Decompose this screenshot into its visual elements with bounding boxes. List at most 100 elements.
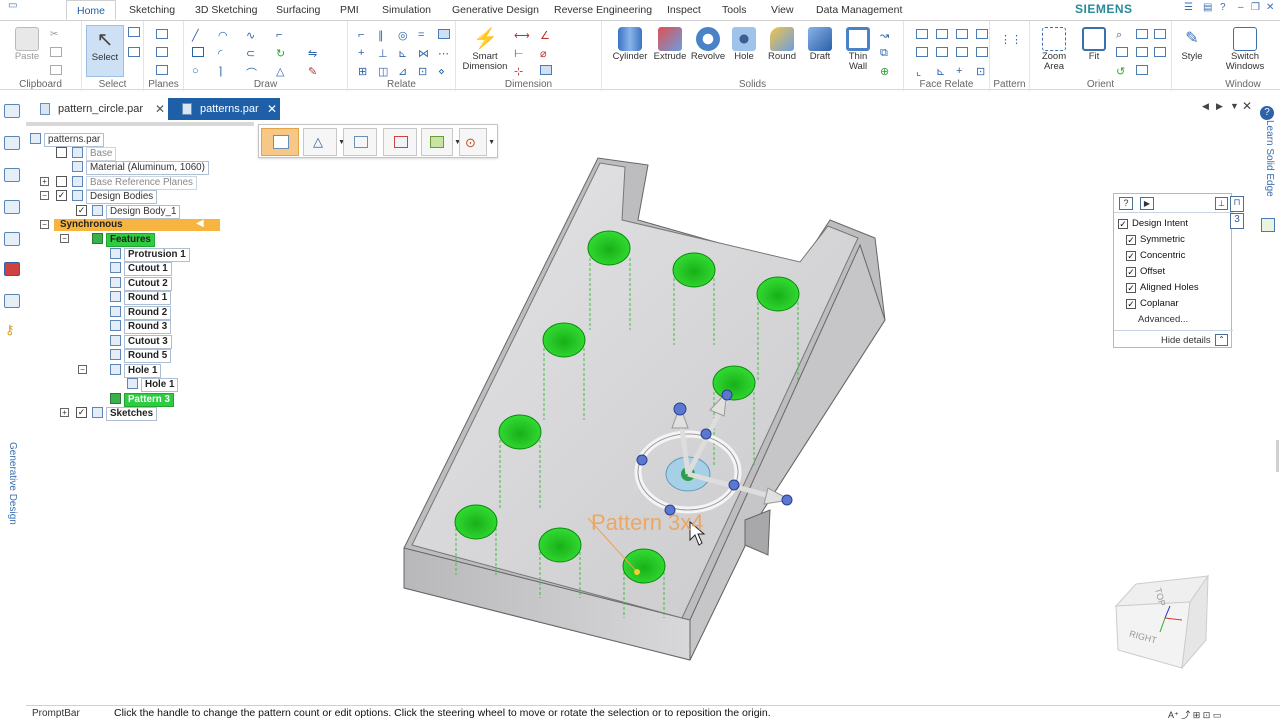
base-checkbox[interactable] (56, 147, 67, 158)
coordinate-dim-icon[interactable]: ⊢ (514, 47, 526, 60)
close-tab-icon[interactable]: ✕ (155, 98, 165, 120)
design-body-checkbox[interactable]: ✓ (76, 205, 87, 216)
rigid-face-icon[interactable]: ⊡ (976, 65, 988, 78)
mirror-icon[interactable]: ⇋ (308, 47, 320, 60)
relate-handles-icon[interactable] (438, 29, 450, 39)
style-button[interactable]: ✎ Style (1172, 25, 1212, 77)
tab-surfacing[interactable]: Surfacing (266, 0, 330, 20)
close-tab-icon[interactable]: ✕ (267, 98, 277, 120)
close-document-icon[interactable]: ✕ (1242, 99, 1252, 113)
perpendicular-icon[interactable]: ⊥ (378, 47, 390, 60)
collapse-up-icon[interactable]: ⌃ (1215, 334, 1228, 346)
plane-icon[interactable] (156, 29, 168, 39)
coaxial-icon[interactable] (956, 29, 968, 39)
tab-scroll-left-icon[interactable]: ◀ (1202, 101, 1209, 112)
select-button[interactable]: ↖ Select (86, 25, 124, 77)
construction-icon[interactable]: ✎ (308, 65, 320, 78)
options-icon[interactable]: ☰ (1184, 2, 1193, 13)
sketches-checkbox[interactable]: ✓ (76, 407, 87, 418)
format-painter-icon[interactable] (50, 65, 62, 75)
tab-pattern-circle[interactable]: pattern_circle.par ✕ (26, 98, 168, 120)
fit-option-button[interactable]: △ ▼ (303, 128, 345, 156)
symmetric-diameter-icon[interactable]: ⌀ (540, 47, 552, 60)
ground-icon[interactable]: + (956, 65, 968, 77)
symmetric-icon[interactable]: ⋈ (418, 47, 430, 60)
tab-home[interactable]: Home (66, 0, 117, 20)
relation-handles-icon[interactable]: ⋄ (438, 65, 450, 78)
coplanar-checkbox[interactable]: ✓ (1126, 299, 1136, 309)
plane-options-icon[interactable] (156, 65, 168, 75)
copy-icon[interactable] (50, 47, 62, 57)
minimize-icon[interactable]: – (1238, 2, 1244, 13)
base-ref-planes-checkbox[interactable] (56, 176, 67, 187)
pattern-count-label[interactable]: Pattern 3x4 (591, 510, 704, 536)
tab-sketching[interactable]: Sketching (119, 0, 185, 20)
collapse-icon[interactable]: − (40, 191, 49, 200)
pattern-options-button[interactable]: ▼ (421, 128, 461, 156)
parallel-face-icon[interactable] (936, 29, 948, 39)
switch-windows-button[interactable]: Switch Windows (1220, 25, 1270, 77)
zoom-icon[interactable]: ⌕ (1116, 29, 1128, 41)
smart-dimension-button[interactable]: ⚡ Smart Dimension (462, 25, 508, 77)
close-icon[interactable]: ✕ (1266, 2, 1274, 13)
feature-library-icon[interactable] (4, 200, 20, 214)
aligned-icon[interactable]: ⌞ (916, 65, 928, 78)
coplanar-icon[interactable] (916, 29, 928, 39)
previous-view-icon[interactable] (1136, 47, 1148, 57)
curve-icon[interactable]: ∿ (246, 29, 258, 42)
circle-icon[interactable]: ○ (192, 65, 204, 77)
collapse-icon[interactable]: − (60, 234, 69, 243)
distance-between-icon[interactable]: ⟷ (514, 29, 530, 42)
lock-icon[interactable]: ⊞ (358, 65, 370, 78)
fit-button[interactable]: Fit (1072, 25, 1116, 77)
tab-scroll-right-icon[interactable]: ▶ (1216, 101, 1223, 112)
common-views-icon[interactable] (1154, 47, 1166, 57)
offset-icon[interactable]: ⊂ (246, 47, 258, 60)
intent-badge[interactable]: 3 (1230, 213, 1244, 229)
rectangular-pattern-icon[interactable]: ⋮⋮ (1000, 33, 1022, 46)
offset-face-icon[interactable] (936, 47, 948, 57)
design-bodies-checkbox[interactable]: ✓ (56, 190, 67, 201)
quick-access-icon[interactable]: ▭ (8, 0, 17, 11)
lock-icon[interactable]: ⊓ (1230, 196, 1244, 212)
tab-view[interactable]: View (761, 0, 804, 20)
parallel-icon[interactable]: ∥ (378, 29, 390, 42)
line-icon[interactable]: ╱ (192, 29, 204, 42)
collapse-icon[interactable]: − (78, 365, 87, 374)
rotate-icon[interactable]: ↻ (276, 47, 288, 60)
simulation-icon[interactable] (4, 262, 20, 276)
thin-wall-button[interactable]: Thin Wall (836, 25, 880, 77)
select-tool-icon[interactable] (128, 47, 140, 57)
tree-synchronous[interactable]: − Synchronous ◀ (40, 218, 220, 232)
tab-pmi[interactable]: PMI (330, 0, 369, 20)
coincident-plane-icon[interactable] (156, 47, 168, 57)
cut-icon[interactable]: ✂ (50, 29, 62, 40)
expand-icon[interactable]: + (60, 408, 69, 417)
help-icon[interactable]: ? (1119, 197, 1133, 210)
tab-list-icon[interactable]: ▼ (1230, 101, 1239, 111)
rollback-arrow-icon[interactable]: ◀ (196, 218, 204, 230)
rotate-view-icon[interactable]: ↺ (1116, 65, 1128, 78)
sweep-icon[interactable]: ↝ (880, 29, 892, 42)
learn-help-icon[interactable]: ? (1260, 106, 1274, 120)
key-icon[interactable]: ⚷ (5, 322, 15, 338)
rectangular-pattern-button[interactable] (261, 128, 299, 156)
pin-icon[interactable]: ⊥ (1215, 197, 1228, 210)
help-icon[interactable]: ? (1220, 2, 1226, 13)
view-controls-icon[interactable]: A⁺ ⤴ ⊞ ⊡ ▭ (1168, 708, 1221, 720)
tab-reverse-engineering[interactable]: Reverse Engineering (544, 0, 662, 20)
tab-3d-sketching[interactable]: 3D Sketching (185, 0, 267, 20)
dropdown-arrow-icon[interactable]: ▼ (488, 139, 495, 146)
dimension-options-icon[interactable] (540, 65, 552, 75)
prompt-bar-label[interactable]: PromptBar (32, 708, 80, 719)
equal-radius-icon[interactable] (976, 47, 988, 57)
extend-icon[interactable]: ⌉ (218, 65, 230, 78)
tab-tools[interactable]: Tools (712, 0, 757, 20)
pan-icon[interactable] (1136, 65, 1148, 75)
pattern-handle[interactable] (634, 569, 640, 575)
concentric-icon[interactable]: ◎ (398, 29, 410, 42)
rigid-icon[interactable]: ◫ (378, 65, 390, 78)
collapse-icon[interactable]: − (40, 220, 49, 229)
horizontal-vertical-icon[interactable]: + (358, 47, 370, 59)
family-of-parts-icon[interactable] (4, 168, 20, 182)
